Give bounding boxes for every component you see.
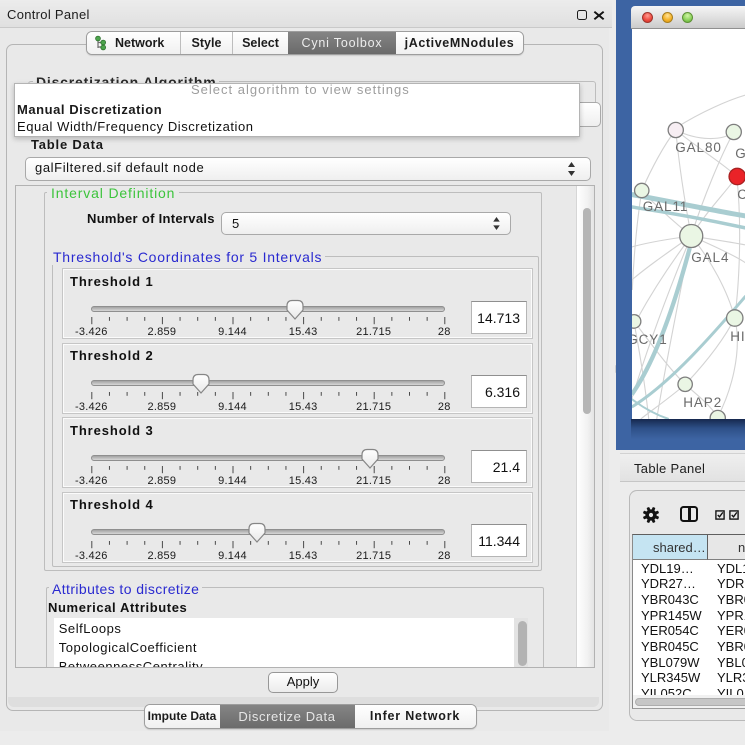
svg-text:GAL4: GAL4	[691, 250, 729, 265]
svg-text:GAL11: GAL11	[642, 199, 688, 214]
svg-text:C: C	[737, 187, 745, 202]
svg-text:GAL80: GAL80	[675, 140, 722, 155]
svg-text:HAP2: HAP2	[683, 395, 722, 410]
svg-text:HI: HI	[730, 329, 745, 344]
svg-text:GCY1: GCY1	[632, 332, 668, 347]
svg-text:GA: GA	[735, 146, 745, 161]
